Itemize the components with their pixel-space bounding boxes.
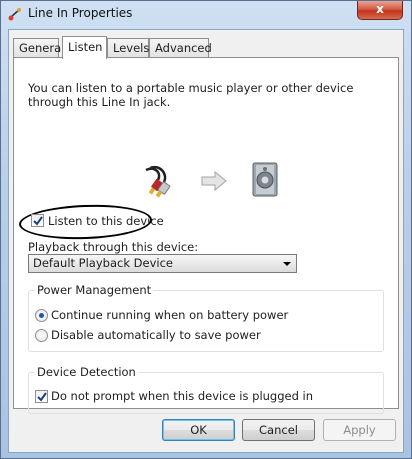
disable-automatically-radio[interactable]: [35, 329, 48, 342]
radio-selected-dot: [39, 313, 44, 318]
listen-checkbox[interactable]: [31, 214, 44, 227]
playback-device-select[interactable]: Default Playback Device: [28, 254, 297, 273]
arrow-right-icon: [201, 171, 227, 191]
continue-running-radio[interactable]: [35, 309, 48, 322]
do-not-prompt-checkbox[interactable]: [35, 390, 48, 403]
tab-listen[interactable]: Listen: [62, 36, 107, 59]
close-icon: x: [376, 2, 384, 16]
title-bar[interactable]: Line In Properties x: [1, 1, 411, 27]
tab-advanced[interactable]: Advanced: [149, 38, 212, 58]
dialog-body: General Listen Levels Advanced You can l…: [8, 29, 404, 453]
listen-description: You can listen to a portable music playe…: [28, 81, 354, 109]
close-button[interactable]: x: [357, 1, 403, 20]
cancel-button[interactable]: Cancel: [242, 419, 315, 441]
continue-running-label[interactable]: Continue running when on battery power: [51, 308, 288, 322]
rca-cable-icon: [145, 165, 171, 198]
app-icon: [8, 8, 21, 21]
ok-button[interactable]: OK: [162, 419, 235, 441]
window: Line In Properties x General Listen Leve…: [0, 0, 412, 459]
speaker-icon: [252, 162, 278, 197]
playback-label: Playback through this device:: [28, 240, 199, 254]
power-management-title: Power Management: [35, 283, 154, 297]
device-detection-group: Device Detection Do not prompt when this…: [28, 365, 384, 414]
tab-levels[interactable]: Levels: [107, 38, 149, 58]
chevron-down-icon: [283, 262, 291, 266]
disable-automatically-label[interactable]: Disable automatically to save power: [51, 328, 261, 342]
playback-device-value: Default Playback Device: [33, 256, 173, 270]
check-icon: [37, 392, 47, 402]
listen-checkbox-label[interactable]: Listen to this device: [48, 214, 164, 228]
tab-general[interactable]: General: [13, 38, 64, 58]
window-title: Line In Properties: [28, 6, 133, 20]
do-not-prompt-label[interactable]: Do not prompt when this device is plugge…: [51, 389, 313, 403]
device-detection-title: Device Detection: [35, 365, 138, 379]
listen-panel: You can listen to a portable music playe…: [13, 57, 399, 414]
power-management-group: Power Management Continue running when o…: [28, 283, 384, 352]
check-icon: [33, 216, 43, 226]
apply-button[interactable]: Apply: [323, 419, 396, 441]
